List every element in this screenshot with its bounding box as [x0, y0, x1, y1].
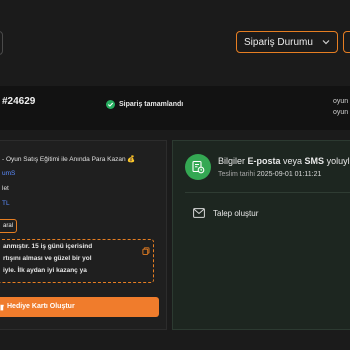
gift-icon — [0, 304, 4, 311]
info-sms: SMS — [304, 156, 325, 166]
order-status-select-label: Sipariş Durumu — [244, 37, 313, 48]
document-clock-icon — [192, 160, 205, 174]
check-circle-icon — [106, 100, 115, 109]
product-link[interactable]: umS — [2, 170, 15, 177]
chevron-down-icon — [322, 40, 330, 45]
order-meta-text-2: oyun — [333, 109, 349, 116]
info-prefix: Bilgiler — [218, 156, 248, 166]
order-status-select[interactable]: Sipariş Durumu — [236, 31, 338, 53]
product-type: let — [2, 185, 9, 192]
copy-icon[interactable] — [142, 247, 150, 255]
action-button[interactable] — [343, 31, 350, 53]
create-ticket-button[interactable]: Talep oluştur — [193, 208, 258, 218]
delivery-date-label: Teslim tarihi — [218, 171, 257, 178]
secondary-button[interactable]: aral — [0, 219, 17, 233]
mail-icon — [193, 208, 205, 218]
delivery-info-icon — [185, 154, 211, 180]
order-id: #24629 — [2, 96, 36, 107]
order-meta-text: oyun — [333, 98, 349, 105]
info-eposta: E-posta — [247, 156, 281, 166]
order-status-text: Sipariş tamamlandı — [119, 101, 184, 108]
create-gift-card-button[interactable]: Hediye Kartı Oluştur — [0, 297, 159, 317]
delivery-date-value: 2025-09-01 01:11:21 — [256, 171, 322, 178]
note-line-2: rtışını alması ve güzel bir yol — [3, 255, 92, 262]
back-button[interactable] — [0, 31, 3, 55]
delivery-date: Teslim tarihi 2025-09-01 01:11:21 — [218, 171, 321, 178]
create-gift-card-label: Hediye Kartı Oluştur — [7, 303, 75, 310]
note-line-3: iyle. İlk aydan iyi kazanç ya — [3, 267, 87, 274]
info-suffix: yoluyla i — [326, 156, 350, 166]
order-status-badge: Sipariş tamamlandı — [106, 100, 183, 109]
product-title: - Oyun Satış Eğitimi ile Anında Para Kaz… — [2, 156, 136, 163]
divider — [185, 192, 350, 193]
note-line-1: anmıştır. 15 iş günü içerisind — [3, 243, 93, 250]
info-mid: veya — [280, 156, 305, 166]
create-ticket-label: Talep oluştur — [213, 208, 259, 218]
delivery-note: anmıştır. 15 iş günü içerisind rtışını a… — [0, 239, 154, 283]
product-price: TL — [2, 200, 10, 207]
delivery-info-title: Bilgiler E-posta veya SMS yoluyla i — [218, 156, 350, 166]
